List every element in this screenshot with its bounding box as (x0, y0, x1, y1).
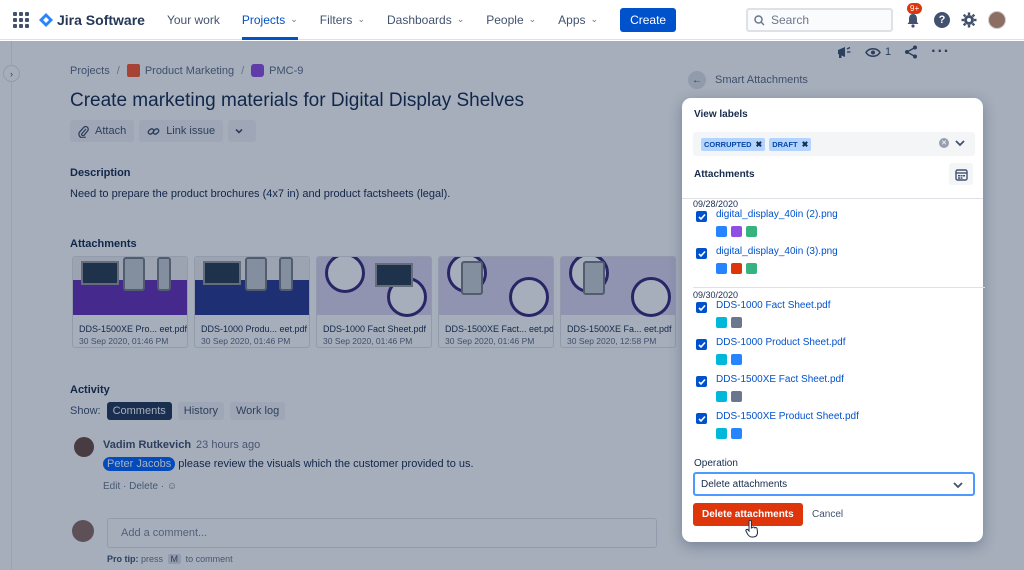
nav-item-label: Projects (241, 12, 286, 27)
nav-item-filters[interactable]: Filters ⌄ (320, 0, 365, 40)
label-text: DRAFT (772, 139, 798, 149)
attachment-checkbox[interactable] (696, 339, 707, 350)
labels-multiselect[interactable]: CORRUPTED ✖ DRAFT ✖ ✕ (693, 132, 975, 156)
checkmark-icon (697, 250, 706, 257)
attachment-checkbox[interactable] (696, 376, 707, 387)
attachment-file-link[interactable]: DDS-1500XE Fact Sheet.pdf (716, 374, 844, 385)
jira-logo[interactable]: Jira Software (39, 12, 145, 28)
remove-label-icon[interactable]: ✖ (802, 140, 809, 149)
chevron-down-icon: ⌄ (590, 14, 599, 24)
chevron-down-icon: ⌄ (357, 14, 365, 24)
label-swatch (716, 226, 727, 237)
nav-item-label: Your work (166, 12, 220, 27)
attachment-checkbox[interactable] (696, 302, 707, 313)
label-color-swatches (716, 263, 757, 274)
app-switcher-icon[interactable] (13, 11, 29, 28)
attachment-file-link[interactable]: DDS-1500XE Product Sheet.pdf (716, 411, 859, 422)
nav-item-label: Apps (558, 12, 586, 27)
label-swatch (716, 263, 727, 274)
label-color-swatches (716, 428, 742, 439)
chevron-down-icon (953, 482, 963, 489)
search-placeholder: Search (771, 13, 810, 27)
chevron-down-icon: ⌄ (290, 14, 298, 24)
label-swatch (746, 263, 757, 274)
attachment-file-link[interactable]: DDS-1000 Product Sheet.pdf (716, 337, 846, 348)
checkmark-icon (697, 304, 706, 311)
nav-item-dashboards[interactable]: Dashboards ⌄ (387, 0, 464, 40)
label-color-swatches (716, 226, 757, 237)
nav-item-label: Filters (319, 12, 353, 27)
label-swatch (716, 428, 727, 439)
chevron-down-icon: ⌄ (456, 14, 465, 24)
label-swatch (731, 263, 742, 274)
view-labels-heading: View labels (694, 109, 748, 120)
label-swatch (746, 226, 757, 237)
operation-select[interactable]: Delete attachments (693, 472, 975, 496)
attachment-checkbox[interactable] (696, 211, 707, 222)
nav-item-apps[interactable]: Apps ⌄ (558, 0, 598, 40)
chevron-down-icon[interactable] (953, 136, 967, 150)
operation-label: Operation (694, 458, 738, 469)
calendar-icon (954, 168, 968, 181)
attachment-file-link[interactable]: digital_display_40in (3).png (716, 246, 838, 257)
search-icon (754, 14, 765, 26)
attachments-panel-heading: Attachments (694, 169, 755, 180)
calendar-button[interactable] (949, 163, 973, 185)
attachment-list: 09/28/2020 digital_display_40in (2).png di… (682, 198, 985, 448)
gear-icon[interactable] (961, 12, 977, 28)
hand-cursor-icon (745, 520, 759, 538)
notifications-button[interactable]: 9+ (903, 3, 923, 30)
checkmark-icon (697, 213, 706, 220)
create-button[interactable]: Create (620, 7, 677, 32)
chevron-down-icon: ⌄ (528, 14, 537, 24)
nav-menu: Your work Projects ⌄ Filters ⌄ Dashboards ⌄ Peo… (145, 0, 598, 40)
label-swatch (731, 391, 742, 402)
label-swatch (731, 226, 742, 237)
clear-icon[interactable]: ✕ (939, 138, 949, 148)
help-icon[interactable]: ? (934, 12, 950, 28)
search-input[interactable]: Search (746, 8, 893, 32)
label-color-swatches (716, 354, 742, 365)
nav-item-label: Dashboards (386, 12, 452, 27)
logo-text: Jira Software (57, 11, 145, 28)
label-tag-draft: DRAFT ✖ (769, 137, 812, 151)
nav-item-label: People (486, 12, 524, 27)
attachment-file-link[interactable]: digital_display_40in (2).png (716, 209, 838, 220)
date-group-header: 09/30/2020 (693, 290, 739, 300)
label-swatch (716, 317, 727, 328)
label-text: CORRUPTED (704, 139, 752, 149)
smart-attachments-panel: View labels CORRUPTED ✖ DRAFT ✖ ✕ Attachme… (682, 98, 985, 542)
attachment-file-link[interactable]: DDS-1000 Fact Sheet.pdf (716, 300, 831, 311)
nav-icon-group: 9+ ? (903, 3, 1006, 30)
nav-item-people[interactable]: People ⌄ (486, 0, 536, 40)
checkmark-icon (697, 341, 706, 348)
label-swatch (731, 354, 742, 365)
notification-badge: 9+ (907, 3, 923, 14)
checkmark-icon (697, 378, 706, 385)
operation-value: Delete attachments (701, 478, 788, 490)
date-divider (693, 287, 985, 288)
nav-item-projects[interactable]: Projects ⌄ (241, 0, 298, 40)
nav-item-your-work[interactable]: Your work (167, 0, 220, 40)
label-swatch (716, 354, 727, 365)
attachment-checkbox[interactable] (696, 248, 707, 259)
label-color-swatches (716, 317, 742, 328)
checkmark-icon (697, 415, 706, 422)
jira-logo-icon (39, 12, 53, 27)
attachment-checkbox[interactable] (696, 413, 707, 424)
label-color-swatches (716, 391, 742, 402)
label-swatch (716, 391, 727, 402)
remove-label-icon[interactable]: ✖ (756, 140, 763, 149)
label-tag-corrupted: CORRUPTED ✖ (701, 137, 766, 151)
bell-icon (907, 13, 919, 28)
date-group-header: 09/28/2020 (693, 199, 739, 209)
cancel-button[interactable]: Cancel (812, 509, 843, 520)
user-avatar[interactable] (988, 11, 1006, 29)
label-swatch (731, 317, 742, 328)
label-swatch (731, 428, 742, 439)
